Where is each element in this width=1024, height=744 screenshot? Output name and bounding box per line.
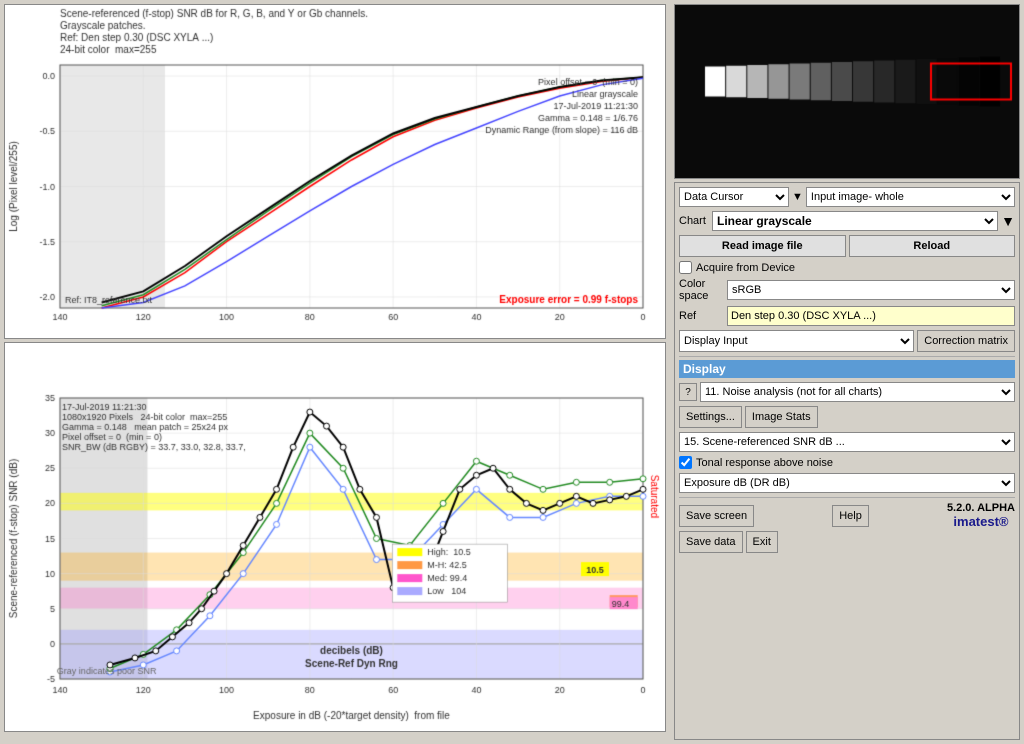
left-panel [0, 0, 670, 744]
acquire-checkbox[interactable] [679, 261, 692, 274]
save-screen-button[interactable]: Save screen [679, 505, 754, 527]
save-exit-row: Save data Exit [679, 531, 1015, 553]
color-space-row: Colorspace sRGB [679, 278, 1015, 302]
controls-panel: Data Cursor ▼ Input image- whole Chart L… [674, 182, 1020, 740]
exposure-db-row: Exposure dB (DR dB) [679, 473, 1015, 493]
correction-matrix-button[interactable]: Correction matrix [917, 330, 1015, 352]
tonal-response-label: Tonal response above noise [696, 457, 833, 469]
display-section-header: Display [679, 360, 1015, 378]
display-input-dropdown[interactable]: Display Input [679, 330, 914, 352]
chart-row: Chart Linear grayscale ▼ [679, 211, 1015, 231]
tonal-response-checkbox[interactable] [679, 456, 692, 469]
bottom-buttons-row: Save screen Help 5.2.0. ALPHA imatest® [679, 502, 1015, 529]
settings-button[interactable]: Settings... [679, 406, 742, 428]
ref-row: Ref [679, 306, 1015, 326]
exit-button[interactable]: Exit [746, 531, 778, 553]
read-reload-row: Read image file Reload [679, 235, 1015, 257]
display-correction-row: Display Input Correction matrix [679, 330, 1015, 352]
right-panel: Data Cursor ▼ Input image- whole Chart L… [670, 0, 1024, 744]
imatest-logo: imatest® [953, 514, 1008, 529]
cursor-input-row: Data Cursor ▼ Input image- whole [679, 187, 1015, 207]
cursor-dropdown[interactable]: Data Cursor [679, 187, 789, 207]
acquire-row: Acquire from Device [679, 261, 1015, 274]
ref-label: Ref [679, 310, 724, 322]
color-space-label: Colorspace [679, 278, 724, 302]
acquire-label: Acquire from Device [696, 262, 795, 274]
display-dropdown-row: ? 11. Noise analysis (not for all charts… [679, 382, 1015, 402]
bottom-chart [4, 342, 666, 732]
chart-dropdown-arrow: ▼ [1001, 213, 1015, 229]
ref-input[interactable] [727, 306, 1015, 326]
display-question-button[interactable]: ? [679, 383, 697, 401]
chart-type-dropdown[interactable]: 15. Scene-referenced SNR dB ... [679, 432, 1015, 452]
input-image-dropdown[interactable]: Input image- whole [806, 187, 1015, 207]
image-preview [674, 4, 1020, 179]
read-image-button[interactable]: Read image file [679, 235, 846, 257]
chart-label: Chart [679, 215, 709, 227]
exposure-db-dropdown[interactable]: Exposure dB (DR dB) [679, 473, 1015, 493]
color-space-dropdown[interactable]: sRGB [727, 280, 1015, 300]
display-option-dropdown[interactable]: 11. Noise analysis (not for all charts) [700, 382, 1015, 402]
reload-button[interactable]: Reload [849, 235, 1016, 257]
image-stats-button[interactable]: Image Stats [745, 406, 818, 428]
chart-type-row: 15. Scene-referenced SNR dB ... [679, 432, 1015, 452]
version-text: 5.2.0. ALPHA [947, 502, 1015, 514]
top-chart [4, 4, 666, 339]
help-button[interactable]: Help [832, 505, 869, 527]
settings-stats-row: Settings... Image Stats [679, 406, 1015, 428]
tonal-response-row: Tonal response above noise [679, 456, 1015, 469]
chart-dropdown[interactable]: Linear grayscale [712, 211, 998, 231]
save-data-button[interactable]: Save data [679, 531, 743, 553]
